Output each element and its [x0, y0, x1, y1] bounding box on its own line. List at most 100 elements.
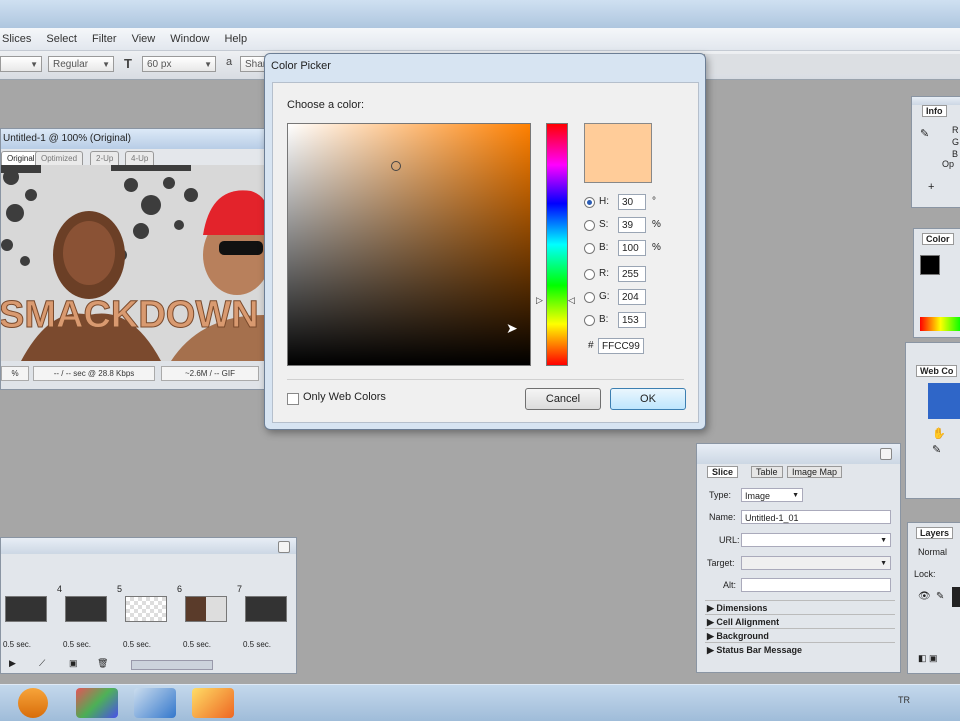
visibility-eye-icon[interactable]: 👁	[918, 591, 931, 602]
blue-field[interactable]: 153	[618, 312, 646, 328]
type-select[interactable]: Image ▼	[741, 488, 803, 502]
brightness-field[interactable]: 100	[618, 240, 646, 256]
hue-slider[interactable]	[546, 123, 568, 366]
hue-slider-left-arrow-icon[interactable]: ▷	[536, 295, 543, 306]
tab-image-map[interactable]: Image Map	[787, 466, 843, 478]
fireworks-icon[interactable]	[76, 688, 118, 718]
section-cell-alignment[interactable]: ▶ Cell Alignment	[705, 614, 895, 629]
tab-color[interactable]: Color	[922, 233, 954, 245]
delete-frame-icon[interactable]: 🗑	[97, 658, 108, 669]
tween-icon[interactable]: ⟋	[39, 658, 45, 669]
document-window: Untitled-1 @ 100% (Original) Original Op…	[0, 128, 265, 390]
hue-slider-right-arrow-icon[interactable]: ◁	[568, 295, 575, 306]
frame-thumbnail	[245, 596, 287, 622]
name-label: Name:	[709, 512, 736, 522]
hue-field[interactable]: 30	[618, 194, 646, 210]
menu-window[interactable]: Window	[170, 28, 209, 50]
menu-filter[interactable]: Filter	[92, 28, 116, 50]
frame-number: 6	[177, 584, 183, 594]
download-time-field[interactable]: -- / -- sec @ 28.8 Kbps	[33, 366, 155, 381]
tray-language[interactable]: TR	[898, 695, 910, 705]
brightness-radio[interactable]	[584, 243, 595, 254]
only-web-colors-checkbox[interactable]	[287, 393, 299, 405]
saturation-field[interactable]: 39	[618, 217, 646, 233]
color-ramp[interactable]	[920, 317, 960, 331]
only-web-colors-label: Only Web Colors	[303, 391, 386, 403]
green-label: G:	[599, 291, 610, 302]
frame-number: 7	[237, 584, 243, 594]
color-field[interactable]: ➤	[287, 123, 531, 366]
media-player-icon[interactable]	[18, 688, 48, 718]
font-size-select[interactable]: 60 px ▼	[142, 56, 216, 72]
document-canvas[interactable]: SMACKDOWN	[1, 165, 264, 361]
frame-delay[interactable]: 0.5 sec.	[63, 640, 91, 649]
brightness-unit: %	[652, 242, 661, 253]
section-background[interactable]: ▶ Background	[705, 628, 895, 643]
frame-delay[interactable]: 0.5 sec.	[243, 640, 271, 649]
foreground-color-swatch[interactable]	[920, 255, 940, 275]
frame-thumbnail	[125, 596, 167, 622]
hex-field[interactable]: FFCC99	[598, 338, 644, 354]
target-field[interactable]: ▼	[741, 556, 891, 570]
type-value: Image	[745, 491, 771, 501]
url-field[interactable]: ▼	[741, 533, 891, 547]
section-dimensions[interactable]: ▶ Dimensions	[705, 600, 895, 615]
frame-item[interactable]: 6 0.5 sec.	[177, 566, 237, 656]
tab-slice[interactable]: Slice	[707, 466, 739, 478]
window-title-bar	[0, 0, 960, 28]
tab-web-content[interactable]: Web Co	[916, 365, 958, 377]
frame-delay[interactable]: 0.5 sec.	[3, 640, 31, 649]
play-icon[interactable]: ▶	[9, 658, 16, 669]
frame-item[interactable]: 7 0.5 sec.	[237, 566, 297, 656]
layer-thumbnail[interactable]	[952, 587, 960, 607]
font-family-select[interactable]: ▼	[0, 56, 42, 72]
panel-close-icon[interactable]	[880, 448, 892, 460]
info-g-label: G	[952, 137, 960, 147]
frame-delay[interactable]: 0.5 sec.	[183, 640, 211, 649]
menu-slices[interactable]: Slices	[2, 28, 31, 50]
tab-optimized[interactable]: Optimized	[35, 151, 84, 165]
menu-help[interactable]: Help	[224, 28, 247, 50]
panel-close-icon[interactable]	[278, 541, 290, 553]
tab-info[interactable]: Info	[922, 105, 947, 117]
red-field[interactable]: 255	[618, 266, 646, 282]
menu-view[interactable]: View	[132, 28, 156, 50]
frame-item[interactable]: 5 0.5 sec.	[117, 566, 177, 656]
green-field[interactable]: 204	[618, 289, 646, 305]
name-field[interactable]: Untitled-1_01	[741, 510, 891, 524]
saturation-radio[interactable]	[584, 220, 595, 231]
tab-2-up[interactable]: 2-Up	[90, 151, 120, 165]
color-field-marker[interactable]	[391, 161, 401, 171]
frame-delay[interactable]: 0.5 sec.	[123, 640, 151, 649]
section-status-bar-message[interactable]: ▶ Status Bar Message	[705, 642, 895, 657]
web-content-thumbnail[interactable]	[928, 383, 960, 419]
red-radio[interactable]	[584, 269, 595, 280]
layers-toolbar-icons[interactable]: ◧ ▣	[918, 653, 938, 664]
frame-item[interactable]: 0.5 sec.	[0, 566, 57, 656]
cancel-button[interactable]: Cancel	[525, 388, 601, 410]
illustrator-icon[interactable]	[192, 688, 234, 718]
new-frame-icon[interactable]: ▣	[69, 658, 78, 669]
brush-icon: ✎	[936, 591, 945, 602]
frame-number: 5	[117, 584, 123, 594]
blend-mode-select[interactable]: Normal	[918, 547, 947, 557]
frames-scrollbar[interactable]	[131, 660, 213, 670]
target-label: Target:	[707, 558, 735, 568]
dreamweaver-icon[interactable]	[134, 688, 176, 718]
alt-field[interactable]	[741, 578, 891, 592]
font-style-select[interactable]: Regular ▼	[48, 56, 114, 72]
font-size-value: 60 px	[147, 59, 172, 70]
ok-button[interactable]: OK	[610, 388, 686, 410]
blue-radio[interactable]	[584, 315, 595, 326]
menu-select[interactable]: Select	[46, 28, 77, 50]
hue-radio[interactable]	[584, 197, 595, 208]
tab-layers[interactable]: Layers	[916, 527, 954, 539]
frame-item[interactable]: 4 0.5 sec.	[57, 566, 117, 656]
info-b-label: B	[952, 149, 959, 159]
zoom-select[interactable]: %	[1, 366, 29, 381]
section-cell-alignment-label: Cell Alignment	[716, 617, 780, 627]
tab-table[interactable]: Table	[751, 466, 783, 478]
red-label: R:	[599, 268, 609, 279]
green-radio[interactable]	[584, 292, 595, 303]
tab-4-up[interactable]: 4-Up	[125, 151, 155, 165]
